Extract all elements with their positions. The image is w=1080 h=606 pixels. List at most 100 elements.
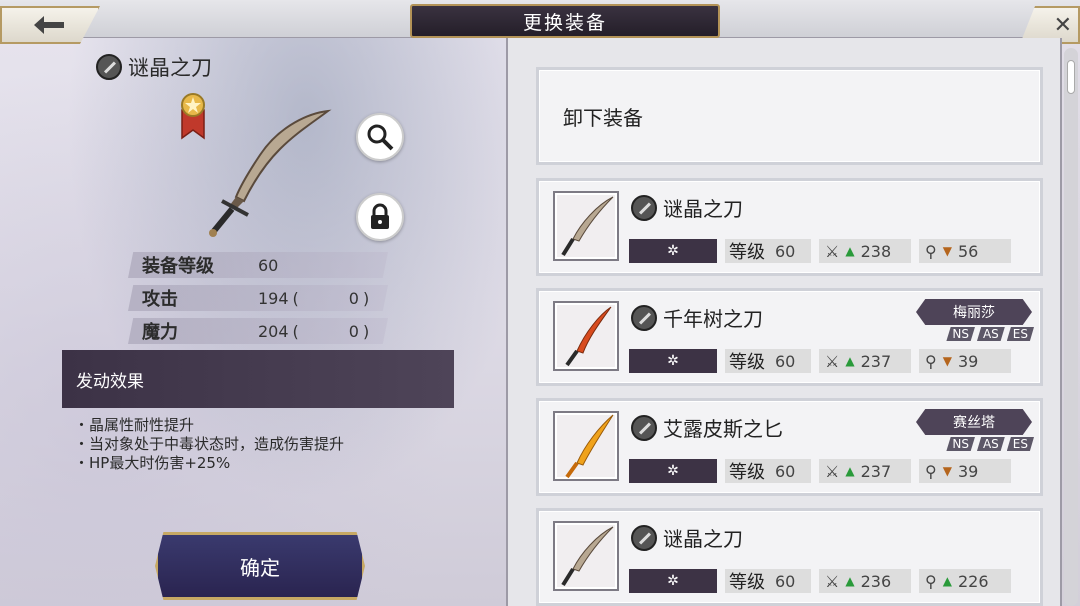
weapon-thumbnail xyxy=(553,521,619,591)
weapon-thumbnail xyxy=(553,191,619,261)
equipment-card[interactable]: 艾露皮斯之匕 赛丝塔 NS AS ES ✲ 等级 60 ⚔ ▲ 237 ⚲ ▼ 39 xyxy=(536,398,1043,496)
stat-label: 装备等级 xyxy=(142,256,214,277)
level-box: 等级 60 xyxy=(725,569,811,593)
magic-value: 39 xyxy=(957,461,979,481)
level-value: 60 xyxy=(775,351,796,371)
blade-icon xyxy=(561,526,614,587)
level-label: 等级 xyxy=(729,462,765,483)
search-icon xyxy=(367,124,394,151)
card-title: 艾露皮斯之匕 xyxy=(631,413,783,442)
level-box: 等级 60 xyxy=(725,459,811,483)
level-box: 等级 60 xyxy=(725,349,811,373)
equipment-card[interactable]: 谜晶之刀 ✲ 等级 60 ⚔ ▲ 236 ⚲ ▲ 226 xyxy=(536,508,1043,606)
page-title: 更换装备 xyxy=(410,4,720,38)
stat-number: 204 xyxy=(258,321,289,341)
lock-icon xyxy=(371,203,389,229)
trend-down-icon: ▼ xyxy=(942,464,952,478)
weapon-type-icon xyxy=(96,54,122,80)
weapon-name: 谜晶之刀 xyxy=(663,197,743,221)
effect-item: ・晶属性耐性提升 xyxy=(74,416,195,434)
element-crystal-icon: ✲ xyxy=(629,239,717,263)
weapon-name: 谜晶之刀 xyxy=(663,527,743,551)
magic-icon: ⚲ xyxy=(925,571,937,591)
trend-up-icon: ▲ xyxy=(845,354,855,368)
level-box: 等级 60 xyxy=(725,239,811,263)
stat-number: 194 xyxy=(258,288,289,308)
attack-value: 238 xyxy=(860,241,892,261)
trend-up-icon: ▲ xyxy=(845,574,855,588)
attack-value: 237 xyxy=(860,351,892,371)
attack-icon: ⚔ xyxy=(825,461,840,481)
attack-box: ⚔ ▲ 238 xyxy=(819,239,911,263)
attack-value: 237 xyxy=(860,461,892,481)
style-tag: ES xyxy=(1006,437,1034,451)
magic-value: 56 xyxy=(957,241,979,261)
paren-open: ( xyxy=(292,288,299,308)
trend-up-icon: ▲ xyxy=(942,574,952,588)
stat-bar: ✲ 等级 60 ⚔ ▲ 237 ⚲ ▼ 39 xyxy=(629,459,1029,483)
magic-box: ⚲ ▲ 226 xyxy=(919,569,1011,593)
level-label: 等级 xyxy=(729,572,765,593)
attack-box: ⚔ ▲ 236 xyxy=(819,569,911,593)
level-value: 60 xyxy=(775,571,796,591)
paren-close: ) xyxy=(362,288,370,308)
stat-row-level: 装备等级 60 xyxy=(128,252,388,278)
style-tag: NS xyxy=(946,327,975,341)
attack-box: ⚔ ▲ 237 xyxy=(819,459,911,483)
blade-icon xyxy=(565,414,614,479)
attack-value: 236 xyxy=(860,571,892,591)
style-tag: ES xyxy=(1006,327,1034,341)
stat-bar: ✲ 等级 60 ⚔ ▲ 237 ⚲ ▼ 39 xyxy=(629,349,1029,373)
style-tags: NS AS ES xyxy=(946,437,1034,451)
equipment-card[interactable]: 千年树之刀 梅丽莎 NS AS ES ✲ 等级 60 ⚔ ▲ 237 ⚲ ▼ 39 xyxy=(536,288,1043,386)
weapon-thumbnail xyxy=(553,301,619,371)
weapon-type-icon xyxy=(631,414,657,441)
level-value: 60 xyxy=(775,241,796,261)
selected-item-title: 谜晶之刀 xyxy=(96,52,212,82)
magic-box: ⚲ ▼ 56 xyxy=(919,239,1011,263)
card-title: 千年树之刀 xyxy=(631,303,763,332)
stat-value: 204 ( 0 ) xyxy=(258,322,369,341)
trend-down-icon: ▼ xyxy=(942,244,952,258)
magic-box: ⚲ ▼ 39 xyxy=(919,459,1011,483)
magic-icon: ⚲ xyxy=(925,241,937,261)
stat-number: 60 xyxy=(258,255,279,275)
blade-icon xyxy=(561,196,614,257)
effect-item: ・当对象处于中毒状态时，造成伤害提升 xyxy=(74,435,345,453)
inspect-button[interactable] xyxy=(356,113,404,161)
scroll-thumb[interactable] xyxy=(1067,60,1075,94)
element-crystal-icon: ✲ xyxy=(629,459,717,483)
attack-icon: ⚔ xyxy=(825,241,840,261)
magic-box: ⚲ ▼ 39 xyxy=(919,349,1011,373)
unequip-button[interactable]: 卸下装备 xyxy=(536,67,1043,165)
effect-list: ・晶属性耐性提升 ・当对象处于中毒状态时，造成伤害提升 ・HP最大时伤害+25% xyxy=(74,416,344,473)
style-tag: AS xyxy=(976,327,1005,341)
magic-icon: ⚲ xyxy=(925,461,937,481)
stat-bonus: 0 xyxy=(348,321,359,341)
scrollbar[interactable] xyxy=(1064,48,1078,606)
level-value: 60 xyxy=(775,461,796,481)
element-crystal-icon: ✲ xyxy=(629,569,717,593)
paren-open: ( xyxy=(292,321,299,341)
weapon-thumbnail xyxy=(553,411,619,481)
trend-up-icon: ▲ xyxy=(845,244,855,258)
paren-close: ) xyxy=(362,321,370,341)
equipped-character-tag: 赛丝塔 xyxy=(916,409,1032,435)
close-icon: ✕ xyxy=(1053,12,1072,38)
level-label: 等级 xyxy=(729,242,765,263)
weapon-type-icon xyxy=(631,524,657,551)
stat-label: 魔力 xyxy=(142,322,178,343)
equipment-card[interactable]: 谜晶之刀 ✲ 等级 60 ⚔ ▲ 238 ⚲ ▼ 56 xyxy=(536,178,1043,276)
stat-row-magic: 魔力 204 ( 0 ) xyxy=(128,318,388,344)
weapon-type-icon xyxy=(631,194,657,221)
element-crystal-icon: ✲ xyxy=(629,349,717,373)
confirm-button[interactable]: 确定 xyxy=(155,532,365,600)
effect-item: ・HP最大时伤害+25% xyxy=(74,454,231,472)
weapon-type-icon xyxy=(631,304,657,331)
lock-button[interactable] xyxy=(356,193,404,241)
trend-down-icon: ▼ xyxy=(942,354,952,368)
stat-bar: ✲ 等级 60 ⚔ ▲ 238 ⚲ ▼ 56 xyxy=(629,239,1029,263)
card-title: 谜晶之刀 xyxy=(631,523,743,552)
back-arrow-icon xyxy=(34,16,64,34)
magic-icon: ⚲ xyxy=(925,351,937,371)
